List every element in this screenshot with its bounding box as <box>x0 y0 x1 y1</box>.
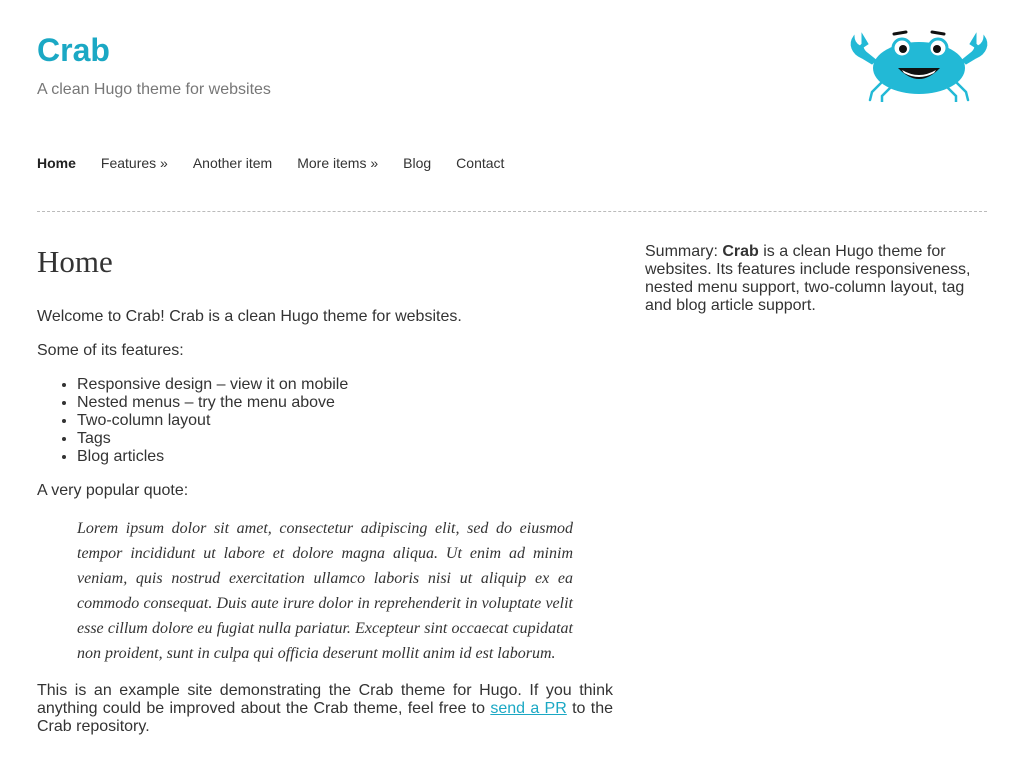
send-pr-link[interactable]: send a PR <box>490 700 566 717</box>
summary-label: Summary: <box>645 243 723 260</box>
site-header: Crab A clean Hugo theme for websites <box>37 0 990 140</box>
features-list: Responsive design – view it on mobile Ne… <box>37 376 613 466</box>
site-tagline: A clean Hugo theme for websites <box>37 81 271 98</box>
nav-item-features[interactable]: Features » <box>101 154 168 174</box>
list-item: Responsive design – view it on mobile <box>77 376 613 394</box>
header-divider <box>37 211 987 212</box>
features-intro: Some of its features: <box>37 342 184 359</box>
crab-logo-icon[interactable] <box>848 30 990 104</box>
quote-intro: A very popular quote: <box>37 482 189 499</box>
nav-item-more-items[interactable]: More items » <box>297 154 378 174</box>
list-item: Blog articles <box>77 448 613 466</box>
nav-item-another-item[interactable]: Another item <box>193 154 272 174</box>
nav-item-contact[interactable]: Contact <box>456 154 504 174</box>
nav-item-blog[interactable]: Blog <box>403 154 431 174</box>
list-item: Tags <box>77 430 613 448</box>
main-content: Home Welcome to Crab! Crab is a clean Hu… <box>37 238 613 752</box>
list-item: Two-column layout <box>77 412 613 430</box>
main-nav: Home Features » Another item More items … <box>37 154 529 174</box>
nav-item-home[interactable]: Home <box>37 154 76 174</box>
intro-paragraph: Welcome to Crab! Crab is a clean Hugo th… <box>37 308 462 325</box>
sidebar-summary: Summary: Crab is a clean Hugo theme for … <box>645 243 987 315</box>
page-title: Home <box>37 244 113 279</box>
summary-bold-name: Crab <box>722 243 759 260</box>
blockquote: Lorem ipsum dolor sit amet, consectetur … <box>77 520 573 662</box>
site-title-link[interactable]: Crab <box>37 31 110 69</box>
list-item: Nested menus – try the menu above <box>77 394 613 412</box>
closing-paragraph: This is an example site demonstrating th… <box>37 682 613 736</box>
